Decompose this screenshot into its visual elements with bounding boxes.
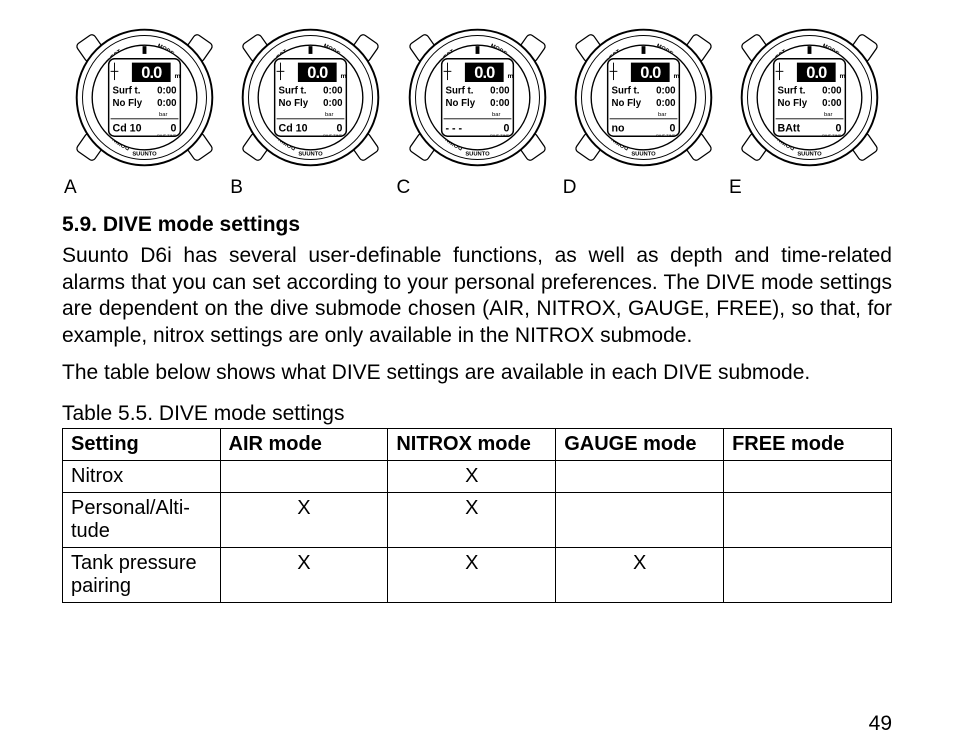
svg-text:BAtt: BAtt bbox=[778, 122, 801, 134]
svg-text:- - -: - - - bbox=[445, 122, 462, 134]
table-row: Personal/Alti-tudeXX bbox=[63, 493, 892, 548]
svg-text:Surf t.: Surf t. bbox=[113, 86, 141, 97]
svg-text:bar: bar bbox=[159, 112, 167, 118]
svg-text:No Fly: No Fly bbox=[279, 98, 309, 109]
th-setting: Setting bbox=[63, 429, 221, 461]
svg-text:Cd 10: Cd 10 bbox=[113, 122, 142, 134]
svg-text:DIVE TIME: DIVE TIME bbox=[323, 133, 343, 138]
svg-text:bar: bar bbox=[492, 112, 500, 118]
watch-e: SELECT MODE DOWN UP 0.0 m Surf t. 0:00 N… bbox=[727, 20, 892, 199]
svg-text:No Fly: No Fly bbox=[778, 98, 808, 109]
svg-text:0:00: 0:00 bbox=[490, 98, 509, 109]
svg-text:0:00: 0:00 bbox=[323, 86, 342, 97]
watch-c: SELECT MODE DOWN UP 0.0 m Surf t. 0:00 N… bbox=[395, 20, 560, 199]
svg-text:m: m bbox=[507, 73, 513, 80]
svg-text:DIVE TIME: DIVE TIME bbox=[656, 133, 676, 138]
section-paragraph-1: Suunto D6i has several user-definable fu… bbox=[62, 243, 892, 350]
svg-text:No Fly: No Fly bbox=[611, 98, 641, 109]
svg-text:0:00: 0:00 bbox=[157, 86, 176, 97]
watch-label-c: C bbox=[397, 177, 411, 199]
settings-table: Setting AIR mode NITROX mode GAUGE mode … bbox=[62, 428, 892, 603]
table-row: Tank pressurepairingXXX bbox=[63, 548, 892, 603]
svg-text:0:00: 0:00 bbox=[822, 98, 841, 109]
svg-text:0.0: 0.0 bbox=[141, 64, 162, 82]
svg-text:0.0: 0.0 bbox=[640, 64, 661, 82]
section-paragraph-2: The table below shows what DIVE settings… bbox=[62, 360, 892, 387]
watch-label-a: A bbox=[64, 177, 77, 199]
cell-setting: Tank pressurepairing bbox=[63, 548, 221, 603]
cell-nitrox: X bbox=[388, 493, 556, 548]
cell-gauge bbox=[556, 461, 724, 493]
th-free: FREE mode bbox=[724, 429, 892, 461]
svg-text:SUUNTO: SUUNTO bbox=[631, 152, 656, 158]
svg-text:DIVE TIME: DIVE TIME bbox=[490, 133, 510, 138]
cell-air: X bbox=[220, 493, 388, 548]
watch-b: SELECT MODE DOWN UP 0.0 m Surf t. 0:00 N… bbox=[228, 20, 393, 199]
table-caption: Table 5.5. DIVE mode settings bbox=[62, 402, 892, 426]
table-row: Nitrox X bbox=[63, 461, 892, 493]
svg-text:0:00: 0:00 bbox=[822, 86, 841, 97]
cell-air: X bbox=[220, 548, 388, 603]
svg-text:No Fly: No Fly bbox=[113, 98, 143, 109]
svg-text:0.0: 0.0 bbox=[308, 64, 329, 82]
cell-gauge bbox=[556, 493, 724, 548]
cell-setting: Personal/Alti-tude bbox=[63, 493, 221, 548]
watch-d: SELECT MODE DOWN UP 0.0 m Surf t. 0:00 N… bbox=[561, 20, 726, 199]
th-gauge: GAUGE mode bbox=[556, 429, 724, 461]
svg-text:DIVE TIME: DIVE TIME bbox=[157, 133, 177, 138]
page-number: 49 bbox=[869, 712, 892, 736]
svg-text:bar: bar bbox=[824, 112, 832, 118]
svg-text:SUUNTO: SUUNTO bbox=[797, 152, 822, 158]
th-air: AIR mode bbox=[220, 429, 388, 461]
svg-text:m: m bbox=[341, 73, 347, 80]
cell-air bbox=[220, 461, 388, 493]
svg-text:Surf t.: Surf t. bbox=[445, 86, 473, 97]
watch-label-d: D bbox=[563, 177, 577, 199]
svg-text:0:00: 0:00 bbox=[656, 86, 675, 97]
svg-text:0:00: 0:00 bbox=[157, 98, 176, 109]
svg-text:0.0: 0.0 bbox=[806, 64, 827, 82]
svg-text:bar: bar bbox=[325, 112, 333, 118]
cell-free bbox=[724, 548, 892, 603]
svg-text:Surf t.: Surf t. bbox=[778, 86, 806, 97]
svg-text:No Fly: No Fly bbox=[445, 98, 475, 109]
th-nitrox: NITROX mode bbox=[388, 429, 556, 461]
svg-text:Cd 10: Cd 10 bbox=[279, 122, 308, 134]
svg-text:Surf t.: Surf t. bbox=[611, 86, 639, 97]
svg-text:0.0: 0.0 bbox=[474, 64, 495, 82]
watch-label-b: B bbox=[230, 177, 243, 199]
watch-row: SELECT MODE DOWN UP 0.0 m Surf t. 0:00 N… bbox=[62, 20, 892, 199]
svg-text:0:00: 0:00 bbox=[490, 86, 509, 97]
svg-text:no: no bbox=[611, 122, 624, 134]
svg-text:0:00: 0:00 bbox=[323, 98, 342, 109]
svg-text:SUUNTO: SUUNTO bbox=[132, 152, 157, 158]
svg-text:DIVE TIME: DIVE TIME bbox=[822, 133, 842, 138]
watch-label-e: E bbox=[729, 177, 742, 199]
svg-text:SUUNTO: SUUNTO bbox=[299, 152, 324, 158]
svg-text:bar: bar bbox=[658, 112, 666, 118]
svg-text:SUUNTO: SUUNTO bbox=[465, 152, 490, 158]
svg-text:Surf t.: Surf t. bbox=[279, 86, 307, 97]
cell-nitrox: X bbox=[388, 548, 556, 603]
watch-a: SELECT MODE DOWN UP 0.0 m Surf t. 0:00 N… bbox=[62, 20, 227, 199]
cell-gauge: X bbox=[556, 548, 724, 603]
table-body: NitroxXPersonal/Alti-tudeXXTank pressure… bbox=[63, 461, 892, 603]
section-heading: 5.9. DIVE mode settings bbox=[62, 213, 892, 237]
cell-free bbox=[724, 461, 892, 493]
cell-free bbox=[724, 493, 892, 548]
table-header-row: Setting AIR mode NITROX mode GAUGE mode … bbox=[63, 429, 892, 461]
cell-setting: Nitrox bbox=[63, 461, 221, 493]
svg-text:m: m bbox=[673, 73, 679, 80]
cell-nitrox: X bbox=[388, 461, 556, 493]
svg-text:0:00: 0:00 bbox=[656, 98, 675, 109]
svg-text:m: m bbox=[840, 73, 846, 80]
svg-text:m: m bbox=[175, 73, 181, 80]
